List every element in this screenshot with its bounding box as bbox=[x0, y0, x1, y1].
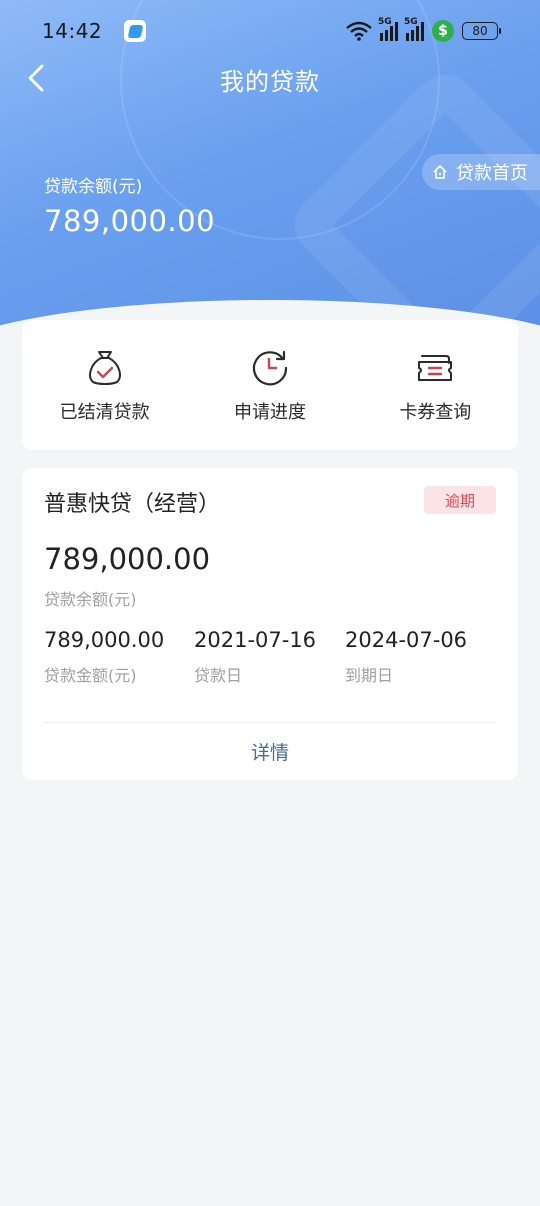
clock-refresh-icon bbox=[252, 350, 288, 386]
dollar-icon: $ bbox=[432, 20, 454, 42]
signal-label-2: 5G bbox=[404, 17, 418, 27]
signal-icon: 5G bbox=[378, 17, 398, 41]
battery-icon: 80 bbox=[462, 22, 501, 40]
settled-loans-button[interactable]: 已结清贷款 bbox=[30, 346, 180, 424]
signal-label: 5G bbox=[378, 17, 392, 27]
money-bag-check-icon bbox=[88, 351, 121, 385]
settled-loans-label: 已结清贷款 bbox=[59, 402, 150, 423]
page-title: 我的贷款 bbox=[220, 68, 320, 96]
home-icon bbox=[433, 165, 447, 179]
balance-value: 789,000.00 bbox=[44, 204, 216, 238]
coupon-icon bbox=[418, 355, 453, 381]
divider bbox=[44, 722, 496, 723]
loan-balance-label: 贷款余额(元) bbox=[44, 590, 137, 609]
loan-amount-value: 789,000.00 bbox=[44, 628, 165, 652]
coupon-query-button[interactable]: 卡券查询 bbox=[360, 346, 510, 424]
loan-date-column: 2021-07-16 贷款日 bbox=[194, 628, 316, 686]
quick-actions-card: 已结清贷款 申请进度 卡券查询 bbox=[22, 320, 518, 450]
loan-date-label: 贷款日 bbox=[194, 666, 243, 685]
balance-label: 贷款余额(元) bbox=[44, 177, 143, 197]
coupon-query-label: 卡券查询 bbox=[399, 402, 472, 423]
signal-icon-2: 5G bbox=[404, 17, 424, 41]
loan-home-label: 贷款首页 bbox=[456, 163, 528, 184]
status-bar: 14:42 5G 5G $ 80 bbox=[0, 0, 540, 62]
application-progress-label: 申请进度 bbox=[233, 402, 306, 423]
wifi-icon bbox=[346, 21, 372, 41]
app-notification-icon bbox=[124, 20, 147, 42]
due-date-value: 2024-07-06 bbox=[345, 628, 468, 652]
loan-card[interactable]: 普惠快贷（经营） 逾期 789,000.00 贷款余额(元) 789,000.0… bbox=[22, 468, 518, 780]
loan-date-value: 2021-07-16 bbox=[194, 628, 317, 652]
loan-amount-column: 789,000.00 贷款金额(元) bbox=[44, 628, 164, 686]
loan-home-button[interactable]: 贷款首页 bbox=[422, 154, 540, 190]
loan-amount-label: 贷款金额(元) bbox=[44, 666, 137, 685]
loan-product-name: 普惠快贷（经营） bbox=[44, 492, 221, 517]
application-progress-button[interactable]: 申请进度 bbox=[195, 346, 345, 424]
loan-balance-value: 789,000.00 bbox=[44, 542, 211, 576]
status-time: 14:42 bbox=[42, 19, 103, 43]
status-badge: 逾期 bbox=[424, 486, 496, 514]
details-link[interactable]: 详情 bbox=[22, 738, 518, 765]
due-date-column: 2024-07-06 到期日 bbox=[345, 628, 467, 686]
due-date-label: 到期日 bbox=[345, 666, 394, 685]
